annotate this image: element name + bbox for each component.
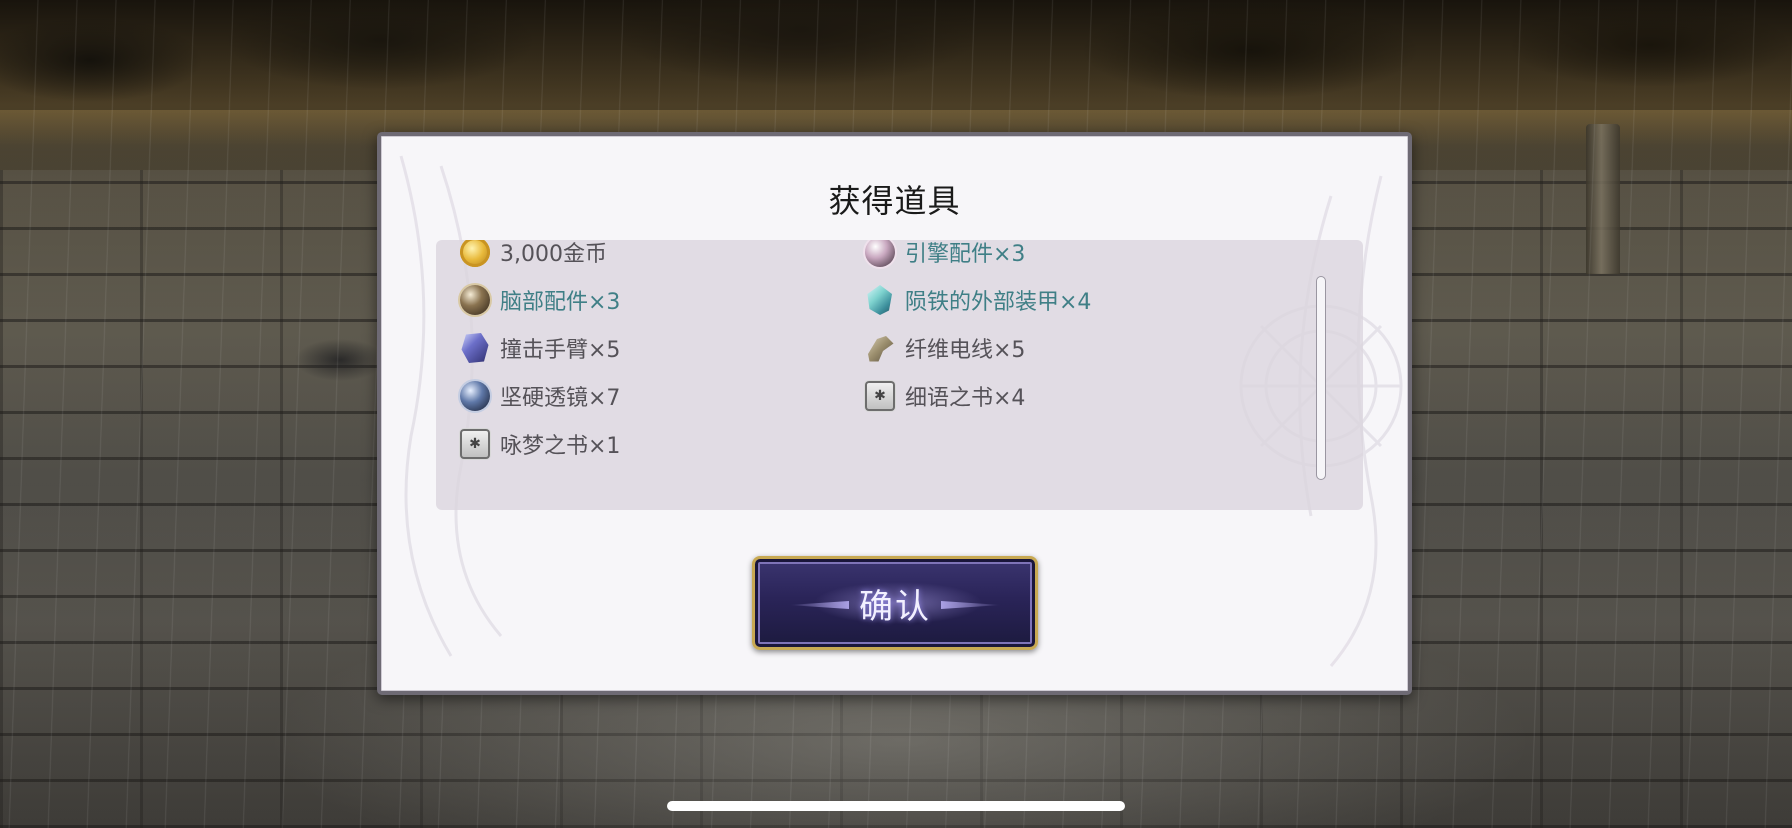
item-label: 坚硬透镜×7 — [500, 386, 621, 411]
list-item: 细语之书×4 — [865, 378, 1025, 414]
list-item: 撞击手臂×5 — [460, 330, 620, 366]
item-label: 撞击手臂×5 — [500, 338, 621, 363]
brain-part-icon — [460, 285, 490, 315]
whisper-book-icon — [865, 381, 895, 411]
list-item: 纤维电线×5 — [865, 330, 1025, 366]
dialog-title: 获得道具 — [828, 182, 961, 220]
list-item: 脑部配件×3 — [460, 282, 620, 318]
reward-list-scrollbar[interactable] — [1316, 276, 1326, 480]
list-item: 3,000金币 — [460, 240, 607, 270]
list-item: 咏梦之书×1 — [460, 426, 620, 462]
battle-background: 获得道具 3,000金币 引擎配件×3 脑部配件×3 陨铁的外部装甲×4 撞击手… — [0, 0, 1792, 828]
reward-list-scroll: 3,000金币 引擎配件×3 脑部配件×3 陨铁的外部装甲×4 撞击手臂×5 纤… — [436, 240, 1316, 510]
item-label: 咏梦之书×1 — [500, 434, 621, 459]
home-indicator[interactable] — [667, 801, 1125, 811]
list-item: 坚硬透镜×7 — [460, 378, 620, 414]
hard-lens-icon — [460, 381, 490, 411]
strike-arm-icon — [461, 333, 489, 363]
item-label: 引擎配件×3 — [905, 242, 1026, 267]
item-label: 陨铁的外部装甲×4 — [905, 290, 1092, 315]
item-label: 纤维电线×5 — [905, 338, 1026, 363]
button-ornament-left — [789, 601, 849, 609]
meteor-armor-icon — [867, 285, 892, 315]
list-item: 陨铁的外部装甲×4 — [865, 282, 1091, 318]
confirm-button-label: 确认 — [859, 586, 931, 627]
dream-book-icon — [460, 429, 490, 459]
button-ornament-right — [941, 601, 1001, 609]
engine-part-icon — [865, 240, 895, 267]
gold-coin-icon — [460, 240, 490, 267]
item-label: 细语之书×4 — [905, 386, 1026, 411]
list-item: 引擎配件×3 — [865, 240, 1025, 270]
confirm-button[interactable]: 确认 — [752, 556, 1038, 650]
item-label: 脑部配件×3 — [500, 290, 621, 315]
item-label: 3,000金币 — [500, 242, 607, 267]
distant-pillar — [1586, 124, 1620, 274]
reward-list[interactable]: 3,000金币 引擎配件×3 脑部配件×3 陨铁的外部装甲×4 撞击手臂×5 纤… — [436, 240, 1363, 510]
fiber-wire-icon — [868, 336, 894, 362]
